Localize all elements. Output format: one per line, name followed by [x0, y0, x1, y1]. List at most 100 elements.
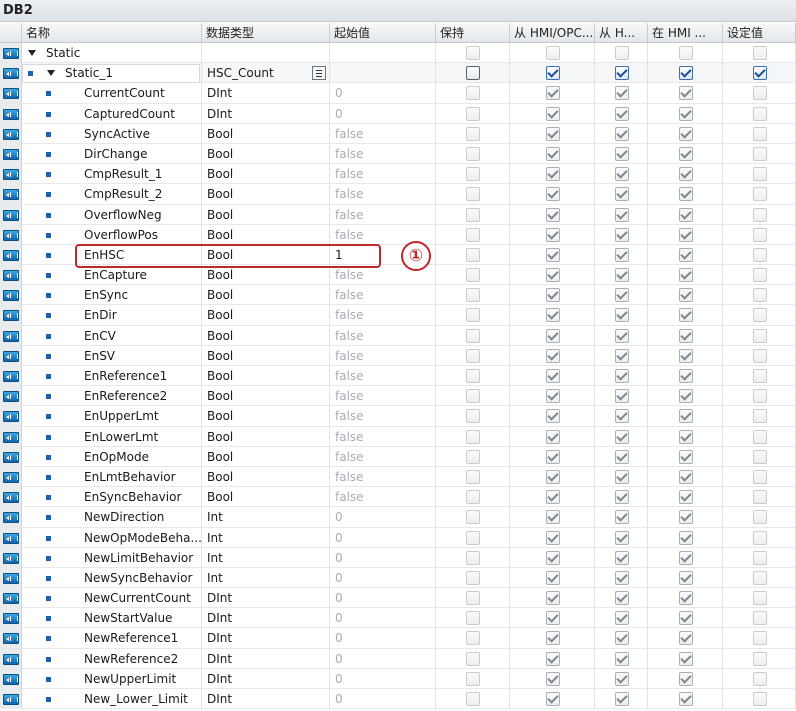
from-hmi-opc-checkbox[interactable] — [546, 146, 560, 161]
setpoint-checkbox[interactable] — [753, 530, 767, 545]
col-header-in-hmi[interactable]: 在 HMI ... — [648, 23, 723, 43]
retain-checkbox[interactable] — [466, 449, 480, 464]
name-cell[interactable]: NewSyncBehavior — [22, 567, 202, 588]
data-type-cell[interactable]: Bool — [202, 285, 330, 306]
table-row[interactable]: SyncActive Bool false — [0, 123, 796, 144]
row-gutter[interactable] — [0, 244, 22, 265]
table-row[interactable]: NewStartValue DInt 0 — [0, 608, 796, 629]
retain-checkbox[interactable] — [466, 611, 480, 626]
setpoint-checkbox[interactable] — [753, 510, 767, 525]
in-hmi-checkbox[interactable] — [679, 106, 693, 121]
start-value-cell[interactable]: false — [330, 325, 436, 346]
col-header-from-hmi-opc[interactable]: 从 HMI/OPC... — [510, 23, 595, 43]
name-cell[interactable]: EnCV — [22, 325, 202, 346]
row-gutter[interactable] — [0, 305, 22, 326]
from-h-checkbox[interactable] — [615, 449, 629, 464]
col-header-from-h[interactable]: 从 H... — [595, 23, 648, 43]
row-gutter[interactable] — [0, 265, 22, 286]
in-hmi-checkbox[interactable] — [679, 550, 693, 565]
row-gutter[interactable] — [0, 426, 22, 447]
row-gutter[interactable] — [0, 446, 22, 467]
row-gutter[interactable] — [0, 648, 22, 669]
retain-checkbox[interactable] — [466, 469, 480, 484]
data-type-cell[interactable]: Bool — [202, 426, 330, 447]
retain-checkbox[interactable] — [466, 429, 480, 444]
setpoint-checkbox[interactable] — [753, 126, 767, 141]
table-row[interactable]: EnLowerLmt Bool false — [0, 426, 796, 447]
table-row[interactable]: CmpResult_1 Bool false — [0, 164, 796, 185]
row-gutter[interactable] — [0, 527, 22, 548]
in-hmi-checkbox[interactable] — [679, 268, 693, 283]
name-cell[interactable]: Static — [22, 43, 202, 63]
from-h-checkbox[interactable] — [615, 651, 629, 666]
retain-checkbox[interactable] — [466, 268, 480, 283]
data-type-cell[interactable]: DInt — [202, 648, 330, 669]
setpoint-checkbox[interactable] — [753, 288, 767, 303]
setpoint-checkbox[interactable] — [753, 187, 767, 202]
expand-triangle-icon[interactable] — [47, 70, 55, 77]
name-cell[interactable]: EnLmtBehavior — [22, 466, 202, 487]
in-hmi-checkbox[interactable] — [679, 348, 693, 363]
from-h-checkbox[interactable] — [615, 369, 629, 383]
retain-checkbox[interactable] — [466, 187, 480, 202]
in-hmi-checkbox[interactable] — [679, 66, 693, 81]
from-h-checkbox[interactable] — [615, 490, 629, 505]
type-browse-icon[interactable] — [312, 66, 326, 81]
table-row[interactable]: NewCurrentCount DInt 0 — [0, 588, 796, 609]
from-h-checkbox[interactable] — [615, 207, 629, 222]
start-value-cell[interactable]: 0 — [330, 588, 436, 609]
col-header-retain[interactable]: 保持 — [436, 23, 510, 43]
retain-checkbox[interactable] — [466, 389, 480, 404]
name-cell[interactable]: CapturedCount — [22, 103, 202, 124]
from-hmi-opc-checkbox[interactable] — [546, 611, 560, 626]
start-value-cell[interactable]: false — [330, 164, 436, 185]
start-value-cell[interactable] — [330, 63, 436, 84]
name-cell[interactable]: CurrentCount — [22, 83, 202, 104]
row-gutter[interactable] — [0, 507, 22, 528]
retain-checkbox[interactable] — [466, 126, 480, 141]
data-type-cell[interactable]: HSC_Count — [202, 63, 330, 84]
data-type-cell[interactable]: Bool — [202, 143, 330, 164]
from-h-checkbox[interactable] — [615, 308, 629, 323]
retain-checkbox[interactable] — [466, 227, 480, 242]
from-h-checkbox[interactable] — [615, 550, 629, 565]
table-row[interactable]: CurrentCount DInt 0 — [0, 83, 796, 104]
name-cell[interactable]: New_Lower_Limit — [22, 689, 202, 709]
setpoint-checkbox[interactable] — [753, 490, 767, 505]
setpoint-checkbox[interactable] — [753, 146, 767, 161]
name-cell[interactable]: EnReference1 — [22, 366, 202, 386]
retain-checkbox[interactable] — [466, 328, 480, 343]
from-h-checkbox[interactable] — [615, 469, 629, 484]
name-cell[interactable]: NewReference2 — [22, 648, 202, 669]
name-cell[interactable]: Static_1 — [22, 63, 202, 84]
col-header-data-type[interactable]: 数据类型 — [202, 23, 330, 43]
setpoint-checkbox[interactable] — [753, 207, 767, 222]
in-hmi-checkbox[interactable] — [679, 389, 693, 404]
in-hmi-checkbox[interactable] — [679, 692, 693, 706]
name-cell[interactable]: EnLowerLmt — [22, 426, 202, 447]
start-value-cell[interactable]: 0 — [330, 628, 436, 649]
in-hmi-checkbox[interactable] — [679, 46, 693, 60]
setpoint-checkbox[interactable] — [753, 66, 767, 81]
row-gutter[interactable] — [0, 184, 22, 205]
from-h-checkbox[interactable] — [615, 389, 629, 404]
in-hmi-checkbox[interactable] — [679, 631, 693, 646]
in-hmi-checkbox[interactable] — [679, 530, 693, 545]
row-gutter[interactable] — [0, 689, 22, 709]
row-gutter[interactable] — [0, 285, 22, 306]
table-row[interactable]: Static — [0, 43, 796, 64]
table-row[interactable]: NewReference1 DInt 0 — [0, 628, 796, 649]
setpoint-checkbox[interactable] — [753, 348, 767, 363]
from-hmi-opc-checkbox[interactable] — [546, 187, 560, 202]
in-hmi-checkbox[interactable] — [679, 369, 693, 383]
setpoint-checkbox[interactable] — [753, 167, 767, 182]
table-row[interactable]: NewReference2 DInt 0 — [0, 648, 796, 669]
data-type-cell[interactable]: Int — [202, 547, 330, 568]
from-hmi-opc-checkbox[interactable] — [546, 369, 560, 383]
retain-checkbox[interactable] — [466, 510, 480, 525]
data-type-cell[interactable]: Bool — [202, 305, 330, 326]
retain-checkbox[interactable] — [466, 207, 480, 222]
table-row[interactable]: NewSyncBehavior Int 0 — [0, 567, 796, 589]
table-row[interactable]: NewOpModeBeha... Int 0 — [0, 527, 796, 548]
retain-checkbox[interactable] — [466, 86, 480, 101]
